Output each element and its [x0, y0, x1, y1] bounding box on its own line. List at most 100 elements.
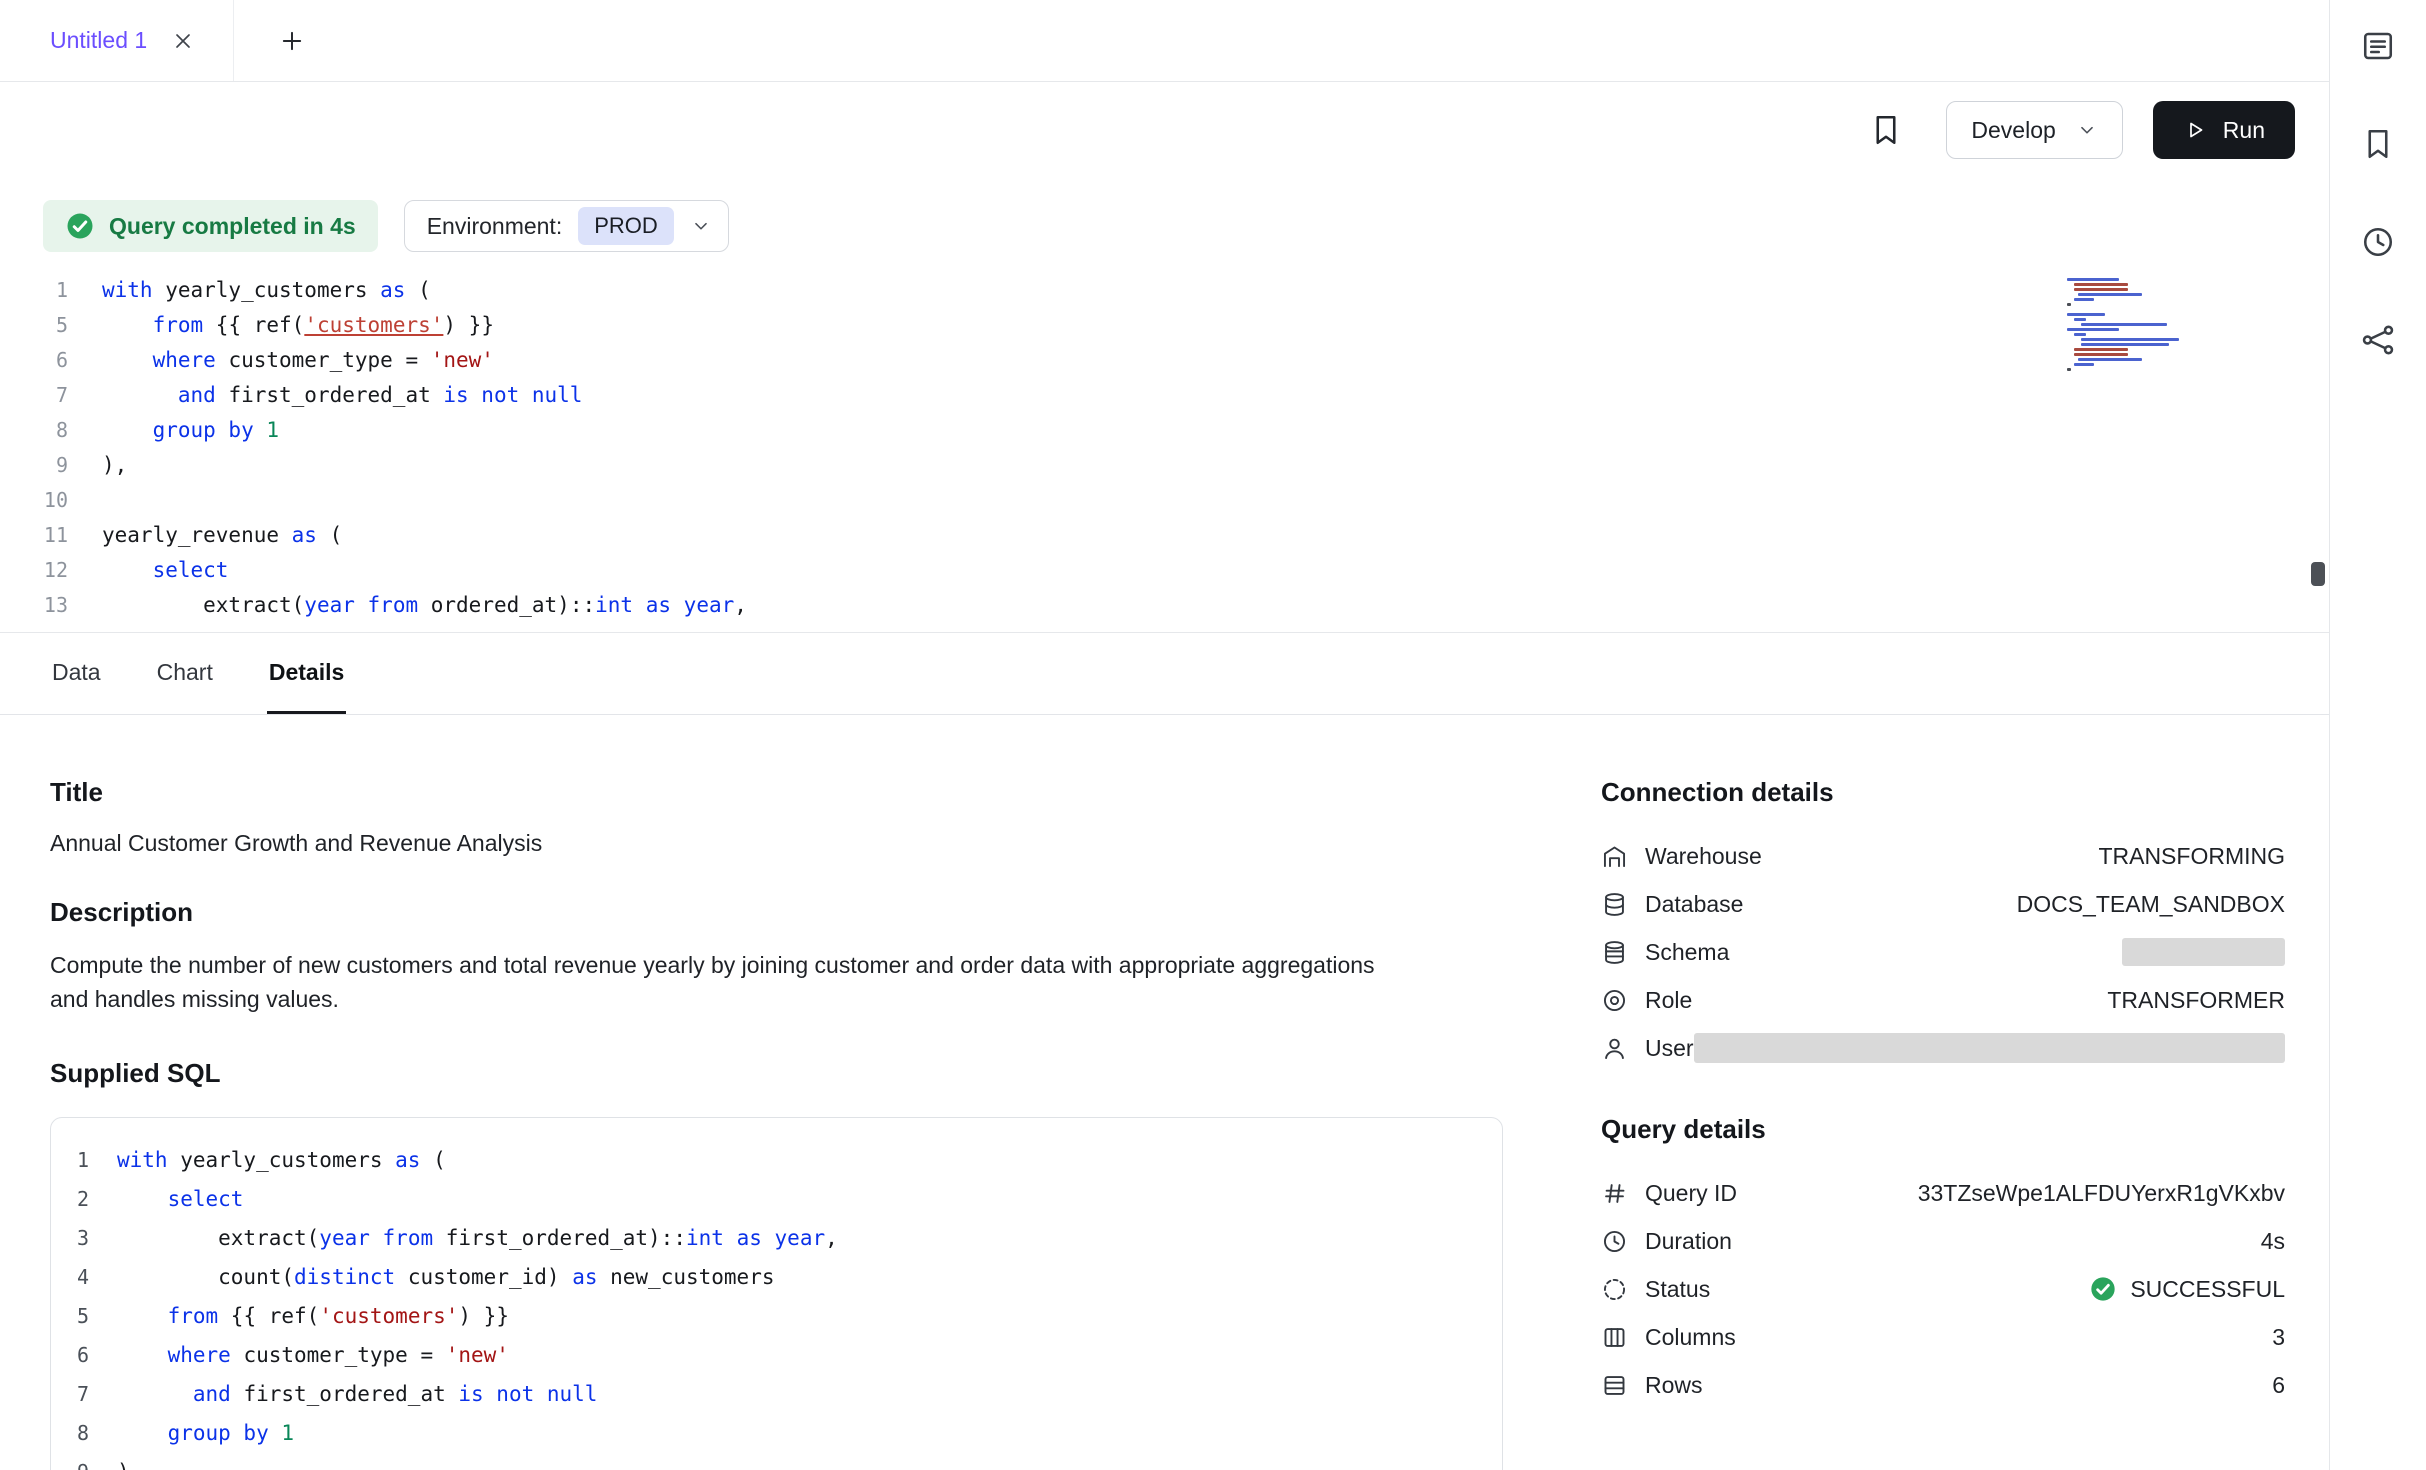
query-details-rows: Query ID33TZseWpe1ALFDUYerxR1gVKxbvDurat…	[1601, 1169, 2285, 1409]
code-text: select	[102, 558, 228, 582]
code-text: select	[117, 1187, 243, 1211]
code-text: count(distinct customer_id) as new_custo…	[117, 1265, 775, 1289]
code-text: and first_ordered_at is not null	[117, 1382, 597, 1406]
line-number: 12	[0, 558, 102, 582]
details-left-column: Title Annual Customer Growth and Revenue…	[50, 715, 1503, 1470]
database-icon	[1601, 891, 1628, 918]
right-rail	[2329, 0, 2426, 1470]
check-circle-icon	[2089, 1275, 2117, 1303]
minimap-line	[2078, 358, 2142, 361]
code-line-10: 10	[0, 482, 2329, 517]
line-number: 1	[0, 278, 102, 302]
detail-value: SUCCESSFUL	[2089, 1275, 2285, 1303]
code-line-8: 8 group by 1	[0, 412, 2329, 447]
code-text: extract(year from first_ordered_at)::int…	[117, 1226, 838, 1250]
environment-label: Environment:	[427, 213, 563, 240]
line-number: 9	[0, 453, 102, 477]
detail-label: Duration	[1645, 1228, 1732, 1255]
code-text: extract(year from ordered_at)::int as ye…	[102, 593, 747, 617]
develop-button[interactable]: Develop	[1946, 101, 2122, 159]
line-number: 13	[0, 593, 102, 617]
detail-label: Role	[1645, 987, 1692, 1014]
code-text: from {{ ref('customers') }}	[117, 1304, 509, 1328]
play-icon	[2183, 118, 2207, 142]
code-text: with yearly_customers as (	[102, 278, 431, 302]
minimap-line	[2081, 323, 2167, 326]
chevron-down-icon	[2076, 119, 2098, 141]
line-number: 5	[0, 313, 102, 337]
environment-badge: PROD	[578, 207, 674, 245]
environment-selector[interactable]: Environment: PROD	[404, 200, 729, 252]
detail-label: Columns	[1645, 1324, 1736, 1351]
connection-details-heading: Connection details	[1601, 777, 2285, 808]
rail-query-queue-button[interactable]	[2358, 26, 2398, 66]
clock-icon	[2360, 224, 2396, 260]
line-number: 9	[51, 1460, 117, 1470]
minimap-line	[2067, 308, 2071, 311]
code-line-9: 9),	[51, 1452, 1502, 1470]
code-line-1: 1with yearly_customers as (	[51, 1140, 1502, 1179]
detail-label: Database	[1645, 891, 1743, 918]
tab-data[interactable]: Data	[50, 633, 103, 714]
run-button[interactable]: Run	[2153, 101, 2295, 159]
document-tab-title: Untitled 1	[50, 27, 147, 54]
connection-details-rows: WarehouseTRANSFORMINGDatabaseDOCS_TEAM_S…	[1601, 832, 2285, 1072]
code-line-8: 8 group by 1	[51, 1413, 1502, 1452]
line-number: 6	[0, 348, 102, 372]
rail-history-button[interactable]	[2358, 222, 2398, 262]
line-number: 3	[51, 1226, 117, 1250]
document-tab-untitled-1[interactable]: Untitled 1	[0, 0, 234, 81]
columns-icon	[1601, 1324, 1628, 1351]
detail-label: Rows	[1645, 1372, 1703, 1399]
details-right-column: Connection details WarehouseTRANSFORMING…	[1601, 715, 2285, 1470]
editor-minimap[interactable]	[2067, 278, 2185, 378]
line-number: 8	[0, 418, 102, 442]
line-number: 1	[51, 1148, 117, 1172]
line-number: 7	[0, 383, 102, 407]
line-number: 11	[0, 523, 102, 547]
rail-lineage-button[interactable]	[2358, 320, 2398, 360]
code-line-6: 6 where customer_type = 'new'	[0, 342, 2329, 377]
detail-value: 4s	[2261, 1228, 2285, 1255]
line-number: 5	[51, 1304, 117, 1328]
detail-label: Status	[1645, 1276, 1710, 1303]
code-text: where customer_type = 'new'	[102, 348, 494, 372]
code-text: where customer_type = 'new'	[117, 1343, 509, 1367]
details-panel: Title Annual Customer Growth and Revenue…	[0, 715, 2329, 1470]
detail-value: 33TZseWpe1ALFDUYerxR1gVKxbv	[1918, 1180, 2285, 1207]
close-icon[interactable]	[171, 29, 195, 53]
code-line-5: 5 from {{ ref('customers') }}	[51, 1296, 1502, 1335]
lineage-icon	[2360, 322, 2396, 358]
tab-chart[interactable]: Chart	[155, 633, 215, 714]
detail-label: Warehouse	[1645, 843, 1762, 870]
minimap-line	[2074, 288, 2128, 291]
detail-value: DOCS_TEAM_SANDBOX	[2017, 891, 2285, 918]
code-line-7: 7 and first_ordered_at is not null	[51, 1374, 1502, 1413]
minimap-line	[2081, 343, 2169, 346]
rows-icon	[1601, 1372, 1628, 1399]
minimap-line	[2074, 363, 2094, 366]
sql-editor[interactable]: 1with yearly_customers as (5 from {{ ref…	[0, 266, 2329, 633]
query-status-pill: Query completed in 4s	[43, 200, 378, 252]
code-line-13: 13 extract(year from ordered_at)::int as…	[0, 587, 2329, 622]
detail-row-schema: Schema	[1601, 928, 2285, 976]
redacted-value	[1694, 1033, 2285, 1063]
editor-scrollbar-thumb[interactable]	[2311, 562, 2325, 586]
title-value: Annual Customer Growth and Revenue Analy…	[50, 830, 1503, 857]
code-text: ),	[102, 453, 127, 477]
plus-icon[interactable]	[278, 27, 306, 55]
toolbar: Develop Run	[0, 82, 2329, 178]
supplied-sql-block: 1with yearly_customers as (2 select3 ext…	[50, 1117, 1503, 1470]
line-number: 7	[51, 1382, 117, 1406]
status-bar: Query completed in 4s Environment: PROD	[0, 178, 2329, 252]
detail-row-columns: Columns3	[1601, 1313, 2285, 1361]
minimap-line	[2074, 318, 2086, 321]
check-circle-icon	[65, 211, 95, 241]
bookmark-icon[interactable]	[1868, 112, 1904, 148]
code-text: group by 1	[117, 1421, 294, 1445]
rail-bookmarks-button[interactable]	[2358, 124, 2398, 164]
warehouse-icon	[1601, 843, 1628, 870]
spinner-icon	[1601, 1276, 1628, 1303]
tab-details[interactable]: Details	[267, 633, 346, 714]
code-line-12: 12 select	[0, 552, 2329, 587]
